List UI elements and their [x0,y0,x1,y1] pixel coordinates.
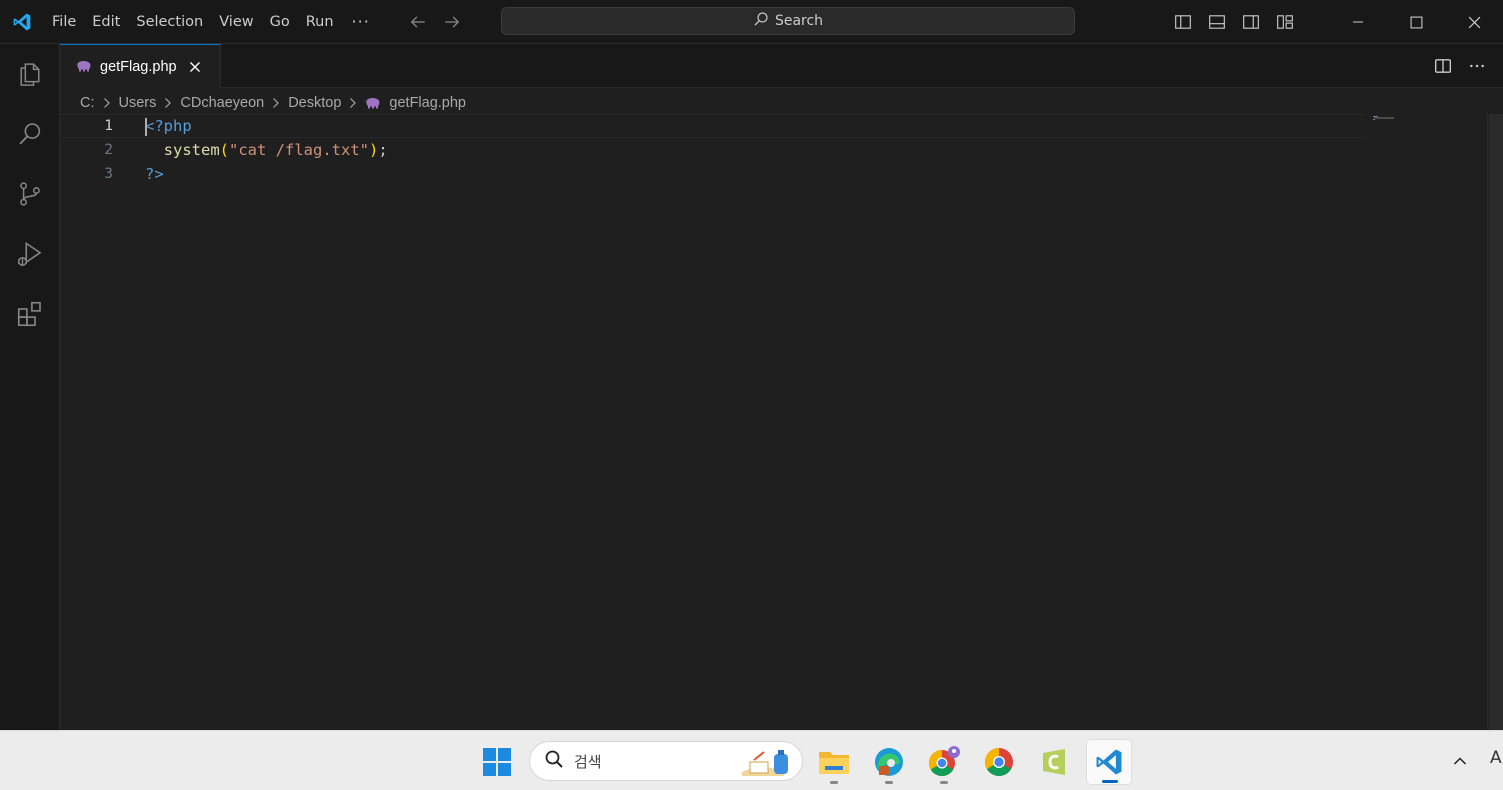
search-label: Search [774,13,824,29]
taskbar-search-box[interactable]: 검색 [529,741,803,781]
c-app-icon[interactable] [1031,739,1077,785]
more-actions-icon[interactable] [1467,56,1487,76]
line-content: ?> [145,165,164,183]
code-line-1[interactable]: 1 <?php [60,114,1366,138]
chevron-right-icon [346,96,360,110]
search-icon [753,11,769,31]
code-token: system [163,141,220,159]
code-token: ( [219,141,230,159]
breadcrumb-user-folder[interactable]: CDchaeyeon [180,95,264,111]
customize-layout-icon[interactable] [1275,12,1295,32]
search-highlight-illustration-icon [740,746,794,782]
tab-getflag-php[interactable]: getFlag.php [60,44,221,88]
windows-start-icon[interactable] [476,741,518,783]
text-cursor [145,118,147,136]
toggle-primary-sidebar-icon[interactable] [1173,12,1193,32]
menu-bar: File Edit Selection View Go Run ··· [44,0,380,44]
extensions-icon[interactable] [0,284,60,344]
menu-more[interactable]: ··· [342,8,380,36]
minimize-button[interactable] [1329,0,1387,44]
code-editor[interactable]: 1 <?php 2 system("cat /flag.txt"); 3 ?> [60,114,1503,730]
menu-edit[interactable]: Edit [84,8,128,36]
editor-tab-bar: getFlag.php [60,44,1503,88]
menu-view[interactable]: View [211,8,261,36]
taskbar-search-placeholder: 검색 [574,752,602,771]
breadcrumb-users[interactable]: Users [119,95,157,111]
navigation-arrows [408,12,462,32]
line-content: system("cat /flag.txt"); [145,141,388,159]
file-explorer-icon[interactable] [811,739,857,785]
minimap[interactable] [1373,116,1413,120]
line-number: 3 [104,166,113,182]
editor-actions [1433,56,1487,76]
chrome-icon[interactable] [976,739,1022,785]
tab-label: getFlag.php [100,58,177,75]
close-tab-icon[interactable] [187,59,203,75]
chevron-right-icon [269,96,283,110]
breadcrumb-drive[interactable]: C: [80,95,95,111]
windows-taskbar: 검색 A [0,730,1503,790]
command-center-search[interactable]: Search [501,7,1075,35]
source-control-icon[interactable] [0,164,60,224]
input-method-indicator[interactable]: A [1490,748,1502,768]
arrow-left-icon[interactable] [408,12,428,32]
code-token: ?> [145,165,164,183]
maximize-button[interactable] [1387,0,1445,44]
menu-file[interactable]: File [44,8,84,36]
menu-run[interactable]: Run [298,8,342,36]
vscode-logo-icon [0,0,44,44]
line-number: 2 [104,142,113,158]
code-line-2[interactable]: 2 system("cat /flag.txt"); [60,138,1366,162]
breadcrumb-desktop[interactable]: Desktop [288,95,341,111]
running-indicator [940,781,948,784]
menu-go[interactable]: Go [262,8,298,36]
chevron-right-icon [100,96,114,110]
menu-selection[interactable]: Selection [128,8,211,36]
search-view-icon[interactable] [0,104,60,164]
breadcrumb: C: Users CDchaeyeon Desktop getFlag.php [80,92,466,114]
activity-bar [0,44,60,730]
chrome-profile-icon[interactable] [921,739,967,785]
chevron-up-icon[interactable] [1448,749,1472,773]
title-bar: File Edit Selection View Go Run ··· Sear… [0,0,1503,44]
code-token: ; [378,141,388,159]
line-number: 1 [104,118,113,134]
code-line-3[interactable]: 3 ?> [60,162,1366,186]
arrow-right-icon[interactable] [442,12,462,32]
vertical-scrollbar[interactable] [1487,114,1503,730]
toggle-secondary-sidebar-icon[interactable] [1241,12,1261,32]
window-controls [1173,0,1503,44]
split-editor-icon[interactable] [1433,56,1453,76]
php-elephant-icon [365,97,381,109]
vscode-taskbar-icon[interactable] [1086,739,1132,785]
running-indicator [1102,780,1118,783]
line-content: <?php [145,117,192,135]
chevron-right-icon [161,96,175,110]
code-token: "cat /flag.txt" [229,141,369,159]
run-and-debug-icon[interactable] [0,224,60,284]
php-elephant-icon [76,57,92,76]
toggle-panel-icon[interactable] [1207,12,1227,32]
microsoft-edge-icon[interactable] [866,739,912,785]
code-token: <?php [145,117,192,135]
explorer-icon[interactable] [0,44,60,104]
running-indicator [830,781,838,784]
scrollbar-thumb[interactable] [1489,114,1503,730]
code-token: ) [369,141,379,159]
breadcrumb-file[interactable]: getFlag.php [389,95,466,111]
running-indicator [885,781,893,784]
close-window-button[interactable] [1445,0,1503,44]
search-icon [544,749,564,773]
